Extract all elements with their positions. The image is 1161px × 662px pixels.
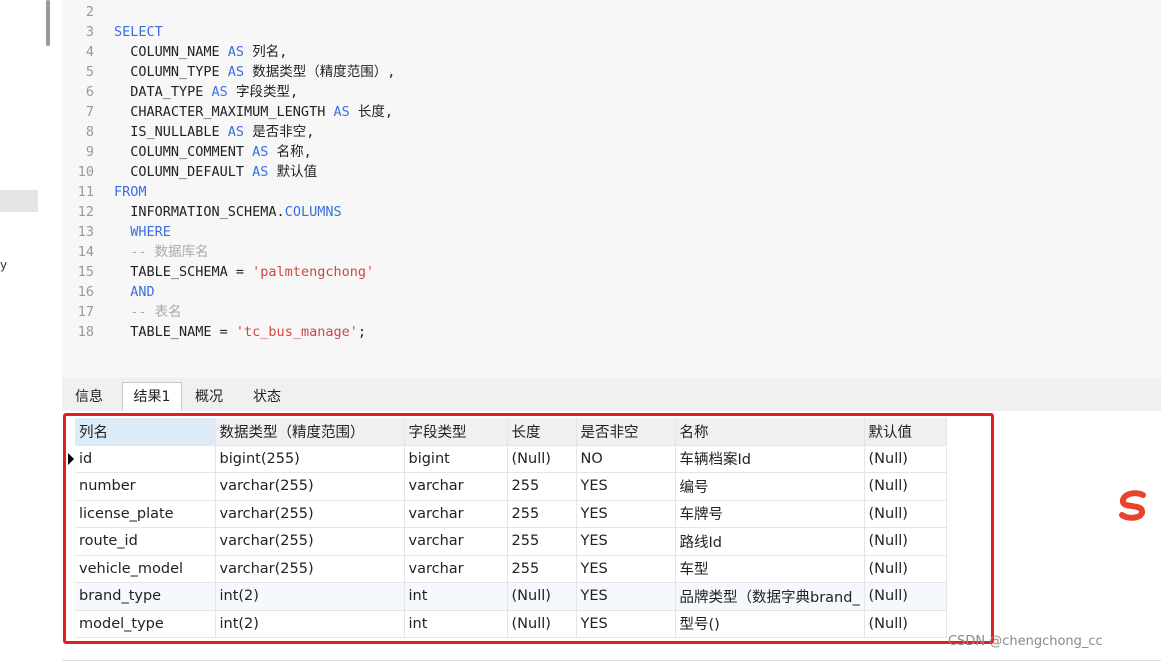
code-line[interactable]: 6 DATA_TYPE AS 字段类型, [62, 82, 298, 102]
code-token: CHARACTER_MAXIMUM_LENGTH [114, 104, 334, 120]
sql-editor[interactable]: 2 3 SELECT 4 COLUMN_NAME AS 列名, 5 COLUMN_TYP… [62, 0, 1161, 378]
code-token: 'palmtengchong' [252, 264, 375, 280]
line-number: 4 [85, 44, 94, 60]
code-line[interactable]: 15 TABLE_SCHEMA = 'palmtengchong' [62, 262, 374, 282]
code-token: TABLE_NAME = [114, 324, 236, 340]
highlight-box [63, 413, 994, 644]
code-token: AS [227, 64, 245, 80]
code-token: AS [333, 104, 350, 120]
code-line[interactable]: 4 COLUMN_NAME AS 列名, [62, 42, 287, 62]
code-token: 数据类型（精度范围）, [244, 64, 396, 80]
code-token: -- 表名 [114, 304, 182, 320]
code-token: IS_NULLABLE [114, 124, 228, 140]
line-number: 13 [77, 224, 94, 240]
tab-status[interactable]: 状态 [244, 383, 290, 411]
tab-overview[interactable]: 概况 [186, 383, 232, 411]
code-token: 字段类型, [227, 84, 299, 100]
code-token: AS [227, 124, 245, 140]
bottom-divider [62, 660, 1161, 661]
code-line[interactable]: 18 TABLE_NAME = 'tc_bus_manage'; [62, 322, 366, 342]
code-token: FROM [114, 184, 147, 200]
line-number: 7 [85, 104, 94, 120]
code-line[interactable]: 3 SELECT [62, 22, 163, 42]
left-text-fragment: y [0, 258, 8, 272]
code-line[interactable]: 16 AND [62, 282, 155, 302]
code-token: -- 数据库名 [114, 244, 209, 260]
line-number: 14 [77, 244, 94, 260]
code-line[interactable]: 10 COLUMN_DEFAULT AS 默认值 [62, 162, 317, 182]
code-token: COLUMN_TYPE [114, 64, 228, 80]
code-token: 列名, [244, 44, 288, 60]
code-token: COLUMN_NAME [114, 44, 228, 60]
code-token: COLUMN_COMMENT [114, 144, 253, 160]
code-token: WHERE [114, 224, 171, 240]
code-token: 长度, [349, 104, 393, 120]
line-number: 18 [77, 324, 94, 340]
code-token: AS [252, 144, 269, 160]
left-selected-item[interactable] [0, 190, 38, 212]
sogou-ime-icon[interactable] [1116, 488, 1152, 524]
code-token: AS [211, 84, 228, 100]
code-line[interactable]: 7 CHARACTER_MAXIMUM_LENGTH AS 长度, [62, 102, 393, 122]
code-token: 是否非空, [244, 124, 315, 140]
code-token: 'tc_bus_manage' [235, 324, 358, 340]
code-line[interactable]: 2 [62, 2, 114, 22]
code-line[interactable]: 11 FROM [62, 182, 147, 202]
current-row-indicator-icon [68, 453, 74, 465]
code-token: SELECT [114, 24, 163, 40]
code-token: 名称, [268, 144, 312, 160]
line-number: 15 [77, 264, 94, 280]
code-line[interactable]: 9 COLUMN_COMMENT AS 名称, [62, 142, 312, 162]
line-number: 9 [85, 144, 94, 160]
code-token: TABLE_SCHEMA = [114, 264, 253, 280]
code-line[interactable]: 12 INFORMATION_SCHEMA.COLUMNS [62, 202, 342, 222]
code-token: DATA_TYPE [114, 84, 212, 100]
line-number: 16 [77, 284, 94, 300]
code-token: 默认值 [268, 164, 318, 180]
code-line[interactable]: 14 -- 数据库名 [62, 242, 209, 262]
line-number: 10 [77, 164, 94, 180]
code-token: INFORMATION_SCHEMA. [114, 204, 285, 220]
code-line[interactable]: 17 -- 表名 [62, 302, 182, 322]
line-number: 3 [85, 24, 94, 40]
code-line[interactable]: 5 COLUMN_TYPE AS 数据类型（精度范围）, [62, 62, 395, 82]
line-number: 11 [77, 184, 94, 200]
line-number: 6 [85, 84, 94, 100]
left-panel: y [0, 0, 62, 662]
code-line[interactable]: 13 WHERE [62, 222, 171, 242]
line-number: 8 [85, 124, 94, 140]
tab-result1[interactable]: 结果1 [122, 382, 182, 411]
watermark: CSDN @chengchong_cc [948, 634, 1103, 649]
code-token: AS [227, 44, 245, 60]
code-line[interactable]: 8 IS_NULLABLE AS 是否非空, [62, 122, 314, 142]
line-number: 12 [77, 204, 94, 220]
code-token: COLUMN_DEFAULT [114, 164, 253, 180]
tab-info[interactable]: 信息 [66, 383, 112, 411]
line-number: 2 [85, 4, 94, 20]
left-scrollbar[interactable] [46, 0, 50, 46]
line-number: 17 [77, 304, 94, 320]
result-tabbar: 信息 结果1 概况 状态 [62, 378, 1161, 411]
code-token: COLUMNS [284, 204, 342, 220]
code-token: AS [252, 164, 269, 180]
line-number: 5 [85, 64, 94, 80]
code-token: ; [357, 324, 366, 340]
code-token: AND [114, 284, 155, 300]
